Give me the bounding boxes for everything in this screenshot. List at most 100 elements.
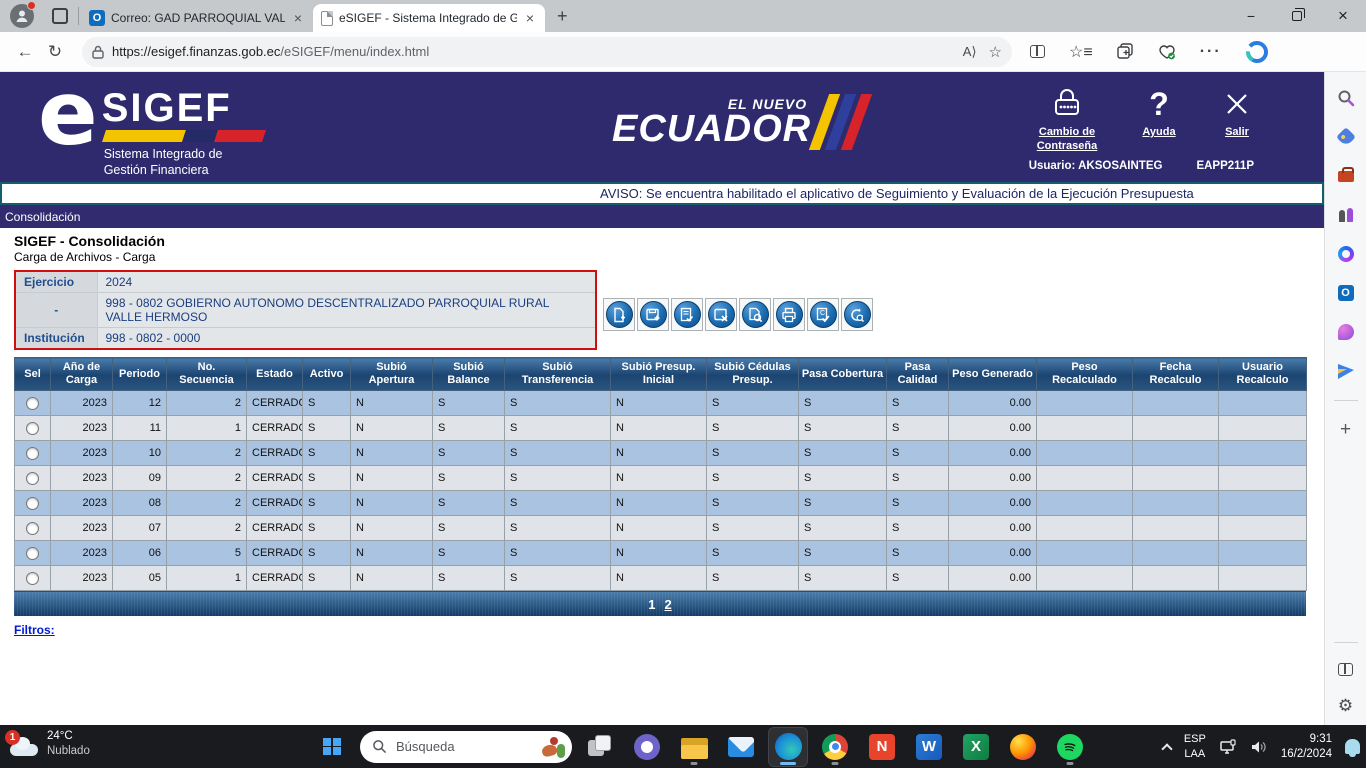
search-icon[interactable] xyxy=(1336,88,1356,108)
copilot-icon[interactable] xyxy=(1246,41,1268,63)
cell-usuario_recalculo xyxy=(1219,491,1307,516)
row-select-radio[interactable] xyxy=(26,472,39,485)
split-screen-panel-icon[interactable] xyxy=(1336,659,1356,679)
minimize-button[interactable]: − xyxy=(1228,0,1274,32)
cell-peso_recalculado xyxy=(1037,541,1133,566)
more-menu-icon[interactable]: ··· xyxy=(1200,43,1222,61)
save-upload-button[interactable] xyxy=(637,298,669,331)
new-document-button[interactable] xyxy=(603,298,635,331)
row-select-radio[interactable] xyxy=(26,497,39,510)
flag-bar xyxy=(102,130,266,142)
tab-esigef[interactable]: eSIGEF - Sistema Integrado de G × xyxy=(313,4,545,32)
quality-check-button[interactable]: C xyxy=(807,298,839,331)
favorites-list-icon[interactable]: ☆≡ xyxy=(1069,42,1093,62)
collections-icon[interactable] xyxy=(1117,43,1134,60)
filters-link[interactable]: Filtros: xyxy=(14,623,55,637)
cell-subio_apertura: N xyxy=(351,491,433,516)
cell-fecha_recalculo xyxy=(1133,541,1219,566)
nitro-pdf-button[interactable]: N xyxy=(863,728,901,766)
back-button[interactable]: ← xyxy=(10,37,40,67)
excel-button[interactable]: X xyxy=(957,728,995,766)
tab-correo[interactable]: O Correo: GAD PARROQUIAL VALLE × xyxy=(81,4,313,32)
add-sidebar-app-icon[interactable]: + xyxy=(1336,420,1356,440)
task-view-button[interactable] xyxy=(581,728,619,766)
address-bar[interactable]: https://esigef.finanzas.gob.ec/eSIGEF/me… xyxy=(82,37,1012,67)
cell-estado: CERRADO xyxy=(247,516,303,541)
browser-titlebar: O Correo: GAD PARROQUIAL VALLE × eSIGEF … xyxy=(0,0,1366,32)
weather-widget[interactable]: 1 24°C Nublado xyxy=(8,729,90,759)
cell-subio_presup_inicial: N xyxy=(611,566,707,591)
view-detail-button[interactable] xyxy=(739,298,771,331)
cell-sel xyxy=(15,416,51,441)
print-button[interactable] xyxy=(773,298,805,331)
cell-fecha_recalculo xyxy=(1133,566,1219,591)
word-button[interactable]: W xyxy=(910,728,948,766)
microsoft-365-icon[interactable] xyxy=(1336,244,1356,264)
cell-sel xyxy=(15,541,51,566)
page-2-link[interactable]: 2 xyxy=(665,597,672,612)
settings-gear-icon[interactable]: ⚙ xyxy=(1336,695,1356,715)
cell-activo: S xyxy=(303,516,351,541)
row-select-radio[interactable] xyxy=(26,422,39,435)
favorite-star-icon[interactable]: ☆ xyxy=(989,43,1002,61)
new-tab-button[interactable]: + xyxy=(545,6,580,27)
row-select-radio[interactable] xyxy=(26,572,39,585)
row-select-radio[interactable] xyxy=(26,522,39,535)
tools-icon[interactable] xyxy=(1336,166,1356,186)
cell-sel xyxy=(15,391,51,416)
mail-button[interactable] xyxy=(722,728,760,766)
table-row: 2023122CERRADOSNSSNSSS0.00 xyxy=(15,391,1307,416)
spotify-button[interactable] xyxy=(1051,728,1089,766)
profile-avatar[interactable] xyxy=(10,4,34,28)
network-icon[interactable] xyxy=(1219,739,1237,755)
row-select-radio[interactable] xyxy=(26,547,39,560)
chat-button[interactable] xyxy=(628,728,666,766)
help-button[interactable]: ? Ayuda xyxy=(1134,84,1184,154)
clock[interactable]: 9:31 16/2/2024 xyxy=(1281,732,1332,762)
form-value: 998 - 0802 - 0000 xyxy=(97,328,596,350)
change-password-button[interactable]: Cambio de Contraseña xyxy=(1028,84,1106,154)
logout-button[interactable]: Salir xyxy=(1212,84,1262,154)
browser-essentials-icon[interactable] xyxy=(1158,44,1176,60)
close-button[interactable]: × xyxy=(1320,0,1366,32)
firefox-button[interactable] xyxy=(1004,728,1042,766)
recalculate-button[interactable] xyxy=(841,298,873,331)
volume-icon[interactable] xyxy=(1250,739,1268,755)
brand-main: ECUADOR xyxy=(612,110,811,148)
edge-button[interactable] xyxy=(769,728,807,766)
language-indicator[interactable]: ESPLAA xyxy=(1184,732,1206,761)
designer-icon[interactable] xyxy=(1336,322,1356,342)
outlook-icon[interactable]: O xyxy=(1336,283,1356,303)
file-explorer-button[interactable] xyxy=(675,728,713,766)
table-row: 2023092CERRADOSNSSNSSS0.00 xyxy=(15,466,1307,491)
cell-estado: CERRADO xyxy=(247,466,303,491)
tray-time: 9:31 xyxy=(1310,732,1332,747)
spotify-icon xyxy=(1057,734,1083,760)
cell-estado: CERRADO xyxy=(247,541,303,566)
start-button[interactable] xyxy=(313,728,351,766)
tab-workspaces-icon[interactable] xyxy=(52,8,68,24)
taskbar-search[interactable]: Búsqueda xyxy=(360,731,572,763)
refresh-button[interactable]: ↻ xyxy=(40,37,70,67)
chrome-button[interactable] xyxy=(816,728,854,766)
menu-consolidacion[interactable]: Consolidación xyxy=(5,210,80,224)
row-select-radio[interactable] xyxy=(26,447,39,460)
cell-fecha_recalculo xyxy=(1133,416,1219,441)
shopping-icon[interactable] xyxy=(1336,127,1356,147)
notifications-bell-icon[interactable] xyxy=(1345,739,1360,754)
save-plus-icon xyxy=(640,301,667,328)
restore-button[interactable] xyxy=(1274,0,1320,32)
cell-pasa_cobertura: S xyxy=(799,391,887,416)
cell-subio_balance: S xyxy=(433,466,505,491)
send-icon[interactable] xyxy=(1336,361,1356,381)
validate-form-button[interactable] xyxy=(671,298,703,331)
split-screen-icon[interactable] xyxy=(1030,45,1045,58)
cell-peso_recalculado xyxy=(1037,391,1133,416)
tab-close-icon[interactable]: × xyxy=(291,10,305,26)
tab-close-icon[interactable]: × xyxy=(523,10,537,26)
delete-record-button[interactable] xyxy=(705,298,737,331)
games-icon[interactable] xyxy=(1336,205,1356,225)
hidden-icons-chevron[interactable] xyxy=(1161,743,1172,754)
row-select-radio[interactable] xyxy=(26,397,39,410)
read-aloud-icon[interactable]: A⟩ xyxy=(963,44,977,60)
